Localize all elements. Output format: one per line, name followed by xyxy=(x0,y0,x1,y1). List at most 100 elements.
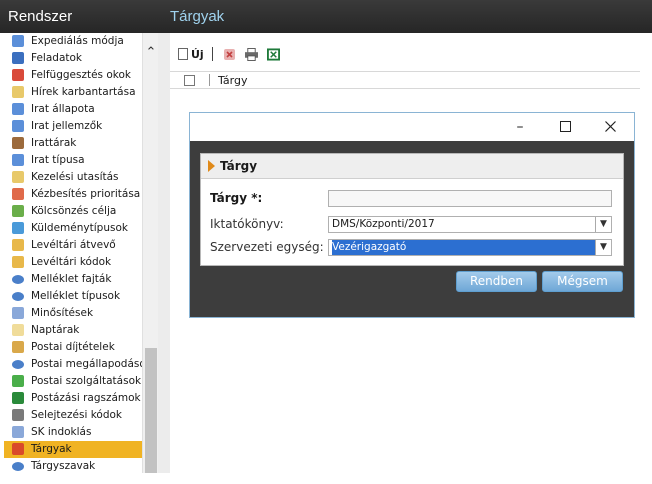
tasks-icon xyxy=(12,52,24,64)
dialog-titlebar[interactable]: – xyxy=(190,113,634,141)
sidebar-item[interactable]: Kezelési utasítás xyxy=(0,169,142,186)
sidebar-item-label: Kezelési utasítás xyxy=(31,171,119,183)
maximize-icon[interactable] xyxy=(550,117,580,137)
sidebar-item[interactable]: Irat állapota xyxy=(0,101,142,118)
sidebar-item-label: Melléklet típusok xyxy=(31,290,121,302)
folder-icon xyxy=(12,239,24,251)
close-icon[interactable] xyxy=(595,117,625,137)
sidebar-item[interactable]: Tárgyak xyxy=(4,441,142,458)
folder-icon xyxy=(12,256,24,268)
sidebar-list: Expediálás módja Feladatok Felfüggesztés o… xyxy=(0,33,142,473)
sidebar-item[interactable]: Levéltári kódok xyxy=(0,254,142,271)
document-icon xyxy=(12,103,24,115)
ellipse-icon xyxy=(12,275,24,284)
news-icon xyxy=(12,86,24,98)
sidebar-item[interactable]: Kölcsönzés célja xyxy=(0,203,142,220)
subject-input[interactable] xyxy=(328,189,612,207)
sidebar-item-label: Naptárak xyxy=(31,324,80,336)
sidebar-item-label: Irat típusa xyxy=(31,154,85,166)
sidebar-item[interactable]: Irattárak xyxy=(0,135,142,152)
sidebar-item[interactable]: Tárgyszavak xyxy=(0,458,142,473)
ellipse-icon xyxy=(12,462,24,471)
sidebar-scrollbar[interactable]: ⌃ xyxy=(142,33,158,473)
delete-icon[interactable] xyxy=(223,48,236,61)
new-document-icon xyxy=(178,48,188,60)
minimize-icon[interactable]: – xyxy=(505,117,535,137)
sidebar-item-label: Levéltári kódok xyxy=(31,256,112,268)
scroll-up-icon[interactable]: ⌃ xyxy=(143,45,159,61)
barcode-icon xyxy=(12,392,24,404)
sidebar-item-label: Felfüggesztés okok xyxy=(31,69,131,81)
sidebar-item-label: Tárgyszavak xyxy=(31,460,96,472)
sidebar-item[interactable]: Levéltári átvevő xyxy=(0,237,142,254)
unit-label: Szervezeti egység: xyxy=(210,240,324,254)
subject-dialog: – Tárgy Tárgy *: Iktatókönyv: DMS/Közpon… xyxy=(189,112,635,318)
sidebar-item[interactable]: Postai megállapodások xyxy=(0,356,142,373)
form-header: Tárgy xyxy=(201,154,623,179)
form-title: Tárgy xyxy=(220,159,258,173)
sidebar-item[interactable]: Kézbesítés prioritása xyxy=(0,186,142,203)
sidebar-item[interactable]: SK indoklás xyxy=(0,424,142,441)
tag-icon xyxy=(12,443,24,455)
sidebar-item[interactable]: Feladatok xyxy=(0,50,142,67)
sidebar-item[interactable]: Irat típusa xyxy=(0,152,142,169)
cancel-button[interactable]: Mégsem xyxy=(542,271,623,292)
sidebar-item[interactable]: Postázási ragszámok xyxy=(0,390,142,407)
sidebar-item-label: Levéltári átvevő xyxy=(31,239,116,251)
print-icon[interactable] xyxy=(244,47,258,61)
document-icon xyxy=(12,120,24,132)
sidebar-item[interactable]: Melléklet típusok xyxy=(0,288,142,305)
sidebar-item[interactable]: Felfüggesztés okok xyxy=(0,67,142,84)
sidebar-item[interactable]: Selejtezési kódok xyxy=(0,407,142,424)
column-header-subject[interactable]: Tárgy xyxy=(218,74,247,87)
sidebar-item-label: Küldeménytípusok xyxy=(31,222,128,234)
excel-export-icon[interactable] xyxy=(266,47,280,61)
register-select-value: DMS/Központi/2017 xyxy=(332,217,435,230)
subject-form: Tárgy Tárgy *: Iktatókönyv: DMS/Központi… xyxy=(200,153,624,266)
sidebar-item-label: Kölcsönzés célja xyxy=(31,205,117,217)
toolbar: Új xyxy=(170,43,640,65)
trash-icon xyxy=(12,409,24,421)
sidebar-title: Rendszer xyxy=(0,0,158,33)
subject-label: Tárgy *: xyxy=(210,191,263,205)
sidebar-item-label: Expediálás módja xyxy=(31,35,124,47)
table-header: Tárgy xyxy=(170,71,640,89)
register-select[interactable]: DMS/Központi/2017 ▼ xyxy=(328,215,612,233)
sidebar-item-label: Hírek karbantartása xyxy=(31,86,136,98)
scroll-thumb[interactable] xyxy=(145,348,157,473)
sidebar-item[interactable]: Expediálás módja xyxy=(0,33,142,50)
sidebar-item[interactable]: Naptárak xyxy=(0,322,142,339)
sidebar-item[interactable]: Hírek karbantartása xyxy=(0,84,142,101)
ok-button[interactable]: Rendben xyxy=(456,271,537,292)
sidebar-item[interactable]: Melléklet fajták xyxy=(0,271,142,288)
sidebar-item-label: Feladatok xyxy=(31,52,82,64)
register-label: Iktatókönyv: xyxy=(210,217,284,231)
new-button[interactable]: Új xyxy=(178,48,204,61)
sidebar-item[interactable]: Minősítések xyxy=(0,305,142,322)
exchange-icon xyxy=(12,205,24,217)
register-row: Iktatókönyv: DMS/Központi/2017 ▼ xyxy=(210,215,615,233)
sidebar-item-label: Minősítések xyxy=(31,307,94,319)
service-icon xyxy=(12,375,24,387)
note-icon xyxy=(12,171,24,183)
chevron-down-icon[interactable]: ▼ xyxy=(595,239,611,255)
sidebar-item-label: Irat állapota xyxy=(31,103,95,115)
unit-select[interactable]: Vezérigazgató ▼ xyxy=(328,238,612,256)
subject-row: Tárgy *: xyxy=(210,189,615,207)
list-icon xyxy=(12,35,24,47)
ellipse-icon xyxy=(12,292,24,301)
sidebar-item-label: Postai díjtételek xyxy=(31,341,115,353)
sidebar-item[interactable]: Küldeménytípusok xyxy=(0,220,142,237)
chevron-down-icon[interactable]: ▼ xyxy=(595,216,611,232)
sidebar-item-label: Kézbesítés prioritása xyxy=(31,188,141,200)
sidebar-item[interactable]: Postai díjtételek xyxy=(0,339,142,356)
sidebar-item-label: Postai szolgáltatások xyxy=(31,375,142,387)
sidebar-item[interactable]: Irat jellemzők xyxy=(0,118,142,135)
sidebar-item[interactable]: Postai szolgáltatások xyxy=(0,373,142,390)
archive-icon xyxy=(12,137,24,149)
sidebar-item-label: Irat jellemzők xyxy=(31,120,103,132)
page-title: Tárgyak xyxy=(158,0,652,33)
toolbar-separator xyxy=(211,47,213,61)
select-all-checkbox[interactable] xyxy=(184,74,195,86)
lock-icon xyxy=(12,69,24,81)
